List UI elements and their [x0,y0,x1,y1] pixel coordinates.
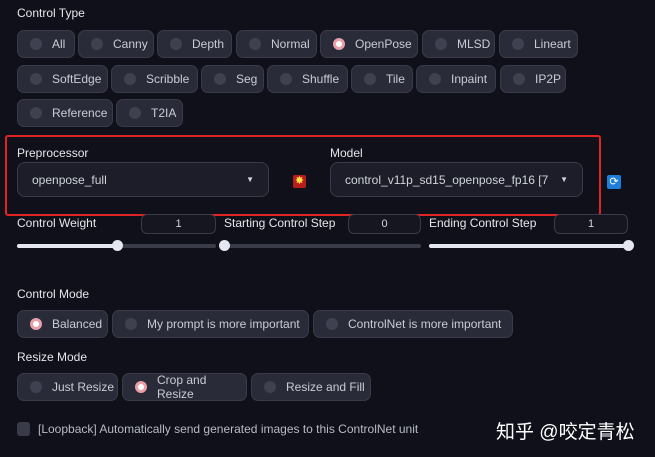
option-label: Inpaint [451,72,488,86]
option-label: Resize and Fill [286,380,365,394]
slider-label: Control Weight [17,216,97,230]
run-preprocessor-icon[interactable]: ✸ [293,175,306,188]
control-type-option-inpaint[interactable]: Inpaint [416,65,496,93]
option-label: T2IA [151,106,177,120]
radio-icon [135,381,147,393]
option-label: Lineart [534,37,571,51]
control-type-option-canny[interactable]: Canny [78,30,154,58]
control-type-label: Control Type [17,6,85,20]
radio-icon [214,73,226,85]
slider-number-input[interactable]: 0 [348,214,421,234]
option-label: OpenPose [355,37,412,51]
option-label: My prompt is more important [147,317,300,331]
refresh-icon[interactable]: ⟳ [607,175,621,189]
control-type-option-all[interactable]: All [17,30,75,58]
control-mode-option-my-prompt-is-more-important[interactable]: My prompt is more important [112,310,309,338]
control-type-option-reference[interactable]: Reference [17,99,113,127]
control-type-option-openpose[interactable]: OpenPose [320,30,418,58]
slider-fill [429,244,628,248]
radio-icon [435,38,447,50]
radio-icon [512,38,524,50]
chevron-down-icon: ▼ [560,175,568,184]
model-value: control_v11p_sd15_openpose_fp16 [7 [345,172,549,187]
control-type-option-tile[interactable]: Tile [351,65,413,93]
model-dropdown[interactable]: control_v11p_sd15_openpose_fp16 [7 ▼ [330,162,583,197]
control-type-option-t2ia[interactable]: T2IA [116,99,183,127]
radio-icon [129,107,141,119]
radio-icon [364,73,376,85]
radio-icon [170,38,182,50]
control-type-option-normal[interactable]: Normal [236,30,317,58]
preprocessor-value: openpose_full [32,172,107,187]
option-label: Tile [386,72,405,86]
slider-thumb[interactable] [111,240,123,251]
radio-icon [30,381,42,393]
control-type-option-shuffle[interactable]: Shuffle [267,65,348,93]
control-type-option-mlsd[interactable]: MLSD [422,30,495,58]
loopback-label: [Loopback] Automatically send generated … [38,422,419,436]
option-label: Shuffle [302,72,340,86]
option-label: Balanced [52,317,103,331]
option-label: Depth [192,37,225,51]
resize-mode-option-crop-and-resize[interactable]: Crop and Resize [122,373,247,401]
slider-label: Ending Control Step [429,216,537,230]
radio-icon [30,318,42,330]
option-label: MLSD [457,37,491,51]
control-type-option-softedge[interactable]: SoftEdge [17,65,108,93]
loopback-checkbox[interactable] [17,422,30,436]
radio-icon [124,73,136,85]
option-label: Seg [236,72,258,86]
slider-number-input[interactable]: 1 [554,214,628,234]
chevron-down-icon: ▼ [246,175,254,184]
radio-icon [30,107,42,119]
option-label: ControlNet is more important [348,317,502,331]
control-type-option-ip2p[interactable]: IP2P [500,65,566,93]
model-label: Model [330,146,363,160]
control-mode-option-controlnet-is-more-important[interactable]: ControlNet is more important [313,310,513,338]
slider-thumb[interactable] [623,240,634,251]
option-label: Scribble [146,72,190,86]
option-label: SoftEdge [52,72,102,86]
slider-track[interactable] [224,244,421,248]
slider-fill [17,244,117,248]
radio-icon [333,38,345,50]
control-type-option-depth[interactable]: Depth [157,30,232,58]
preprocessor-label: Preprocessor [17,146,89,160]
preprocessor-dropdown[interactable]: openpose_full ▼ [17,162,269,197]
radio-icon [280,73,292,85]
radio-icon [249,38,261,50]
option-label: Just Resize [52,380,115,394]
option-label: All [52,37,66,51]
slider-label: Starting Control Step [224,216,336,230]
radio-icon [264,381,276,393]
radio-icon [429,73,441,85]
control-type-option-lineart[interactable]: Lineart [499,30,578,58]
radio-icon [91,38,103,50]
resize-mode-label: Resize Mode [17,350,88,364]
radio-icon [125,318,137,330]
control-mode-option-balanced[interactable]: Balanced [17,310,108,338]
option-label: Crop and Resize [157,373,207,401]
radio-icon [30,73,42,85]
resize-mode-option-resize-and-fill[interactable]: Resize and Fill [251,373,371,401]
control-mode-label: Control Mode [17,287,90,301]
radio-icon [513,73,525,85]
radio-icon [326,318,338,330]
watermark: 知乎 @咬定青松 [496,422,635,443]
slider-thumb[interactable] [219,240,230,251]
control-type-option-seg[interactable]: Seg [201,65,264,93]
option-label: Normal [271,37,310,51]
slider-number-input[interactable]: 1 [141,214,216,234]
radio-icon [30,38,42,50]
option-label: Reference [52,106,108,120]
control-type-option-scribble[interactable]: Scribble [111,65,198,93]
option-label: Canny [113,37,148,51]
resize-mode-option-just-resize[interactable]: Just Resize [17,373,118,401]
option-label: IP2P [535,72,562,86]
